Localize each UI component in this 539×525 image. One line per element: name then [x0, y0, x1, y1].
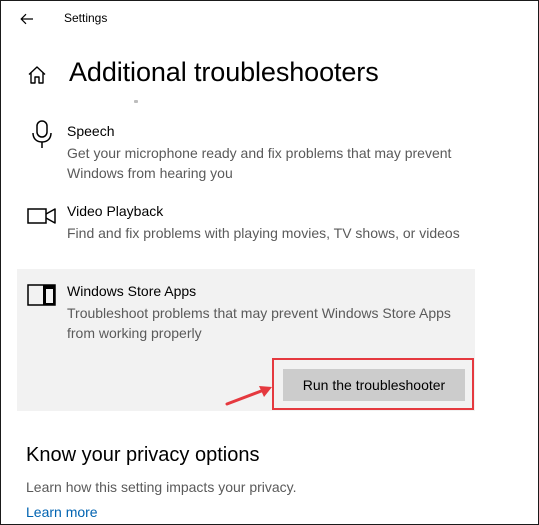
app-title: Settings [64, 11, 108, 25]
video-camera-icon [27, 208, 56, 224]
microphone-icon [32, 120, 52, 148]
back-button[interactable] [15, 8, 39, 30]
settings-window: Settings Additional troubleshooters Spee… [0, 0, 539, 525]
privacy-heading: Know your privacy options [26, 444, 260, 466]
learn-more-link[interactable]: Learn more [26, 504, 98, 520]
privacy-description: Learn how this setting impacts your priv… [26, 479, 297, 495]
scroll-indicator [134, 100, 138, 103]
troubleshooter-description: Find and fix problems with playing movie… [67, 225, 460, 241]
page-title: Additional troubleshooters [69, 57, 379, 87]
troubleshooter-video-playback[interactable]: Video Playback Find and fix problems wit… [17, 193, 475, 263]
troubleshooter-title: Speech [67, 123, 115, 139]
home-icon[interactable] [26, 64, 48, 86]
troubleshooter-title: Windows Store Apps [67, 283, 197, 299]
troubleshooter-description: Troubleshoot problems that may prevent W… [67, 305, 451, 341]
troubleshooter-description: Get your microphone ready and fix proble… [67, 145, 452, 181]
store-apps-icon [27, 284, 56, 306]
troubleshooter-title: Video Playback [67, 203, 164, 219]
back-arrow-icon [20, 13, 33, 25]
title-bar: Settings [1, 1, 538, 37]
run-troubleshooter-button[interactable]: Run the troubleshooter [283, 369, 465, 401]
troubleshooter-speech[interactable]: Speech Get your microphone ready and fix… [17, 113, 475, 183]
